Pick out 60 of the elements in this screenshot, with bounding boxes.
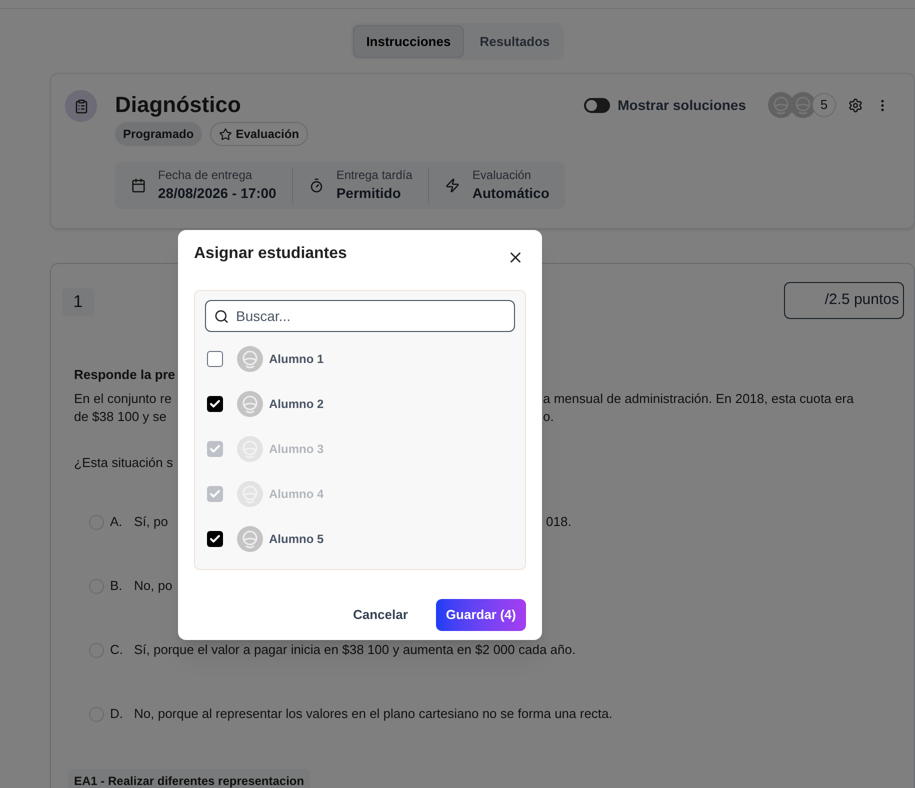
calendar-icon (131, 178, 146, 193)
checkbox[interactable] (207, 530, 223, 546)
avatar-icon (790, 92, 816, 118)
check-icon (209, 488, 221, 500)
info-label: Entrega tardía (336, 168, 412, 183)
check-icon (209, 398, 221, 410)
checkbox[interactable] (207, 350, 223, 366)
avatar-icon (768, 92, 794, 118)
option-text: 018. (546, 513, 572, 531)
star-icon (218, 128, 232, 140)
option-letter: C. (110, 641, 124, 659)
points-field[interactable]: /2.5 puntos (784, 282, 904, 319)
option-text: Sí, po (134, 514, 168, 529)
timer-icon (309, 178, 324, 193)
option-letter: D. (110, 705, 124, 723)
save-button[interactable]: Guardar (4) (436, 599, 526, 631)
student-name: Alumno 5 (269, 530, 324, 548)
question-heading: Responde la pre (74, 367, 176, 382)
search-icon (214, 309, 229, 324)
check-icon (209, 442, 221, 454)
student-name: Alumno 1 (269, 350, 324, 368)
dialog-title: Asignar estudiantes (194, 244, 347, 264)
avatar-icon (237, 346, 263, 372)
badge: Evaluación (210, 122, 308, 146)
option-text: No, po (134, 578, 172, 593)
tag: EA1 - Realizar diferentes representacion (68, 769, 310, 788)
check-icon (209, 532, 221, 544)
checkbox[interactable] (207, 396, 223, 412)
tab[interactable]: Instrucciones (353, 25, 464, 58)
toggle-switch[interactable] (584, 98, 610, 112)
option-text: No, porque al representar los valores en el plano cartesiano no se forma una recta. (134, 706, 612, 721)
info-value: 28/08/2026 - 17:00 (158, 184, 276, 203)
student-count: 5 (812, 93, 836, 117)
info-label: Fecha de entrega (158, 168, 254, 183)
question-text: de $38 100 y se (74, 409, 167, 424)
info-value: Permitido (336, 184, 402, 203)
cancel-button[interactable]: Cancelar (353, 599, 408, 631)
info-label: Evaluación (472, 168, 532, 183)
avatar-icon (237, 390, 263, 416)
info-value: Automático (472, 184, 550, 203)
avatar-icon (237, 526, 263, 552)
settings-icon[interactable] (848, 98, 863, 112)
option-letter: A. (110, 513, 124, 531)
question-text: ¿Esta situación s (74, 455, 173, 470)
option-letter: B. (110, 577, 124, 595)
question-text: o. (543, 408, 554, 426)
status-badge: Programado (115, 122, 202, 146)
student-name: Alumno 4 (269, 486, 324, 502)
toggle-label: Mostrar soluciones (618, 96, 746, 114)
search-field[interactable]: Buscar... (205, 300, 515, 332)
question-text: a mensual de administración. En 2018, esta cuota era (543, 390, 854, 408)
tab[interactable]: Resultados (468, 25, 562, 58)
question-number: 1 (62, 288, 94, 316)
question-text: En el conjunto re (74, 391, 172, 406)
clipboard-icon (74, 98, 88, 114)
assignment-title: Diagnóstico (115, 91, 241, 119)
bolt-icon (445, 178, 460, 193)
student-name: Alumno 2 (269, 396, 324, 412)
option-text: Sí, porque el valor a pagar inicia en $38 100 y aumenta en $2 000 cada año. (134, 642, 576, 657)
student-name: Alumno 3 (269, 440, 324, 458)
